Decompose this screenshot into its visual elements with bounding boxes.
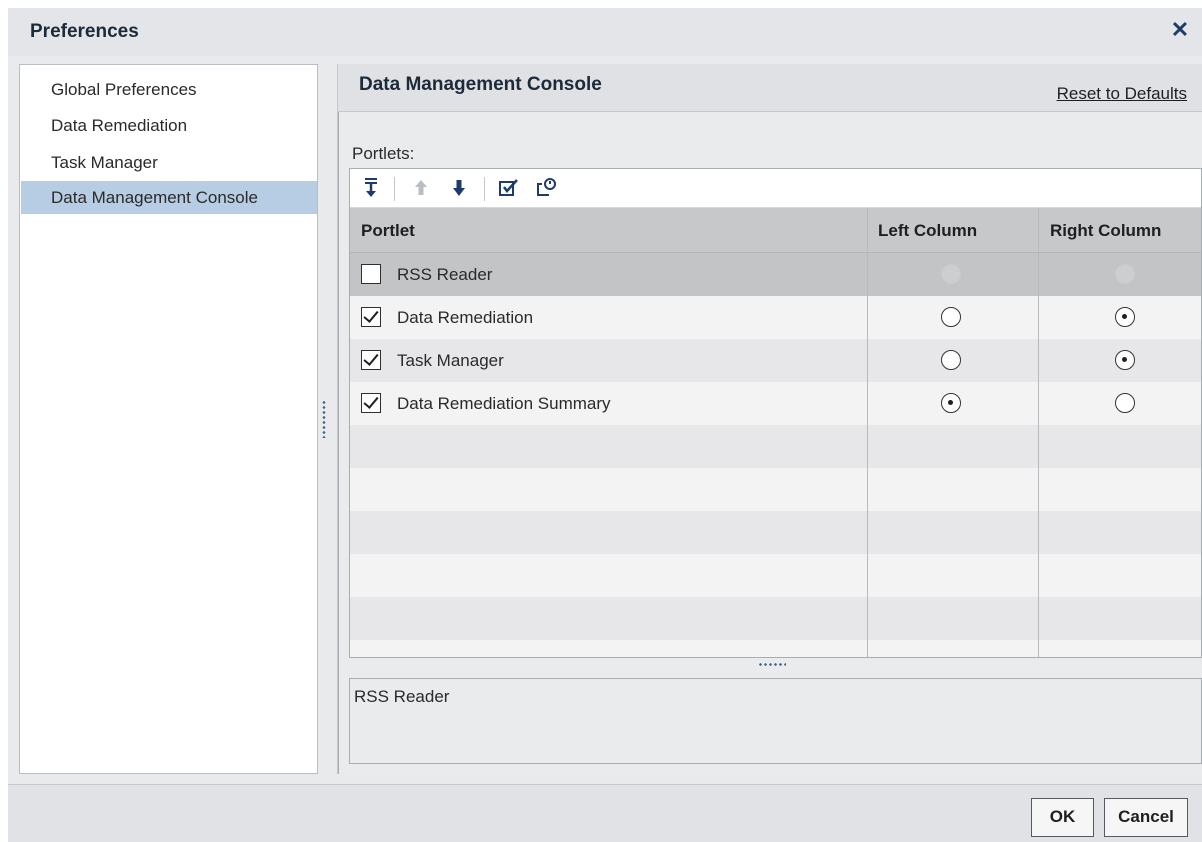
- nav-item-data-remediation[interactable]: Data Remediation: [21, 109, 317, 142]
- cancel-button[interactable]: Cancel: [1104, 798, 1188, 837]
- horizontal-splitter-grip[interactable]: [758, 663, 786, 666]
- close-icon[interactable]: ✕: [1168, 18, 1192, 42]
- nav-item-task-manager[interactable]: Task Manager: [21, 146, 317, 179]
- vertical-splitter-grip[interactable]: [322, 400, 326, 438]
- column-header-left-column[interactable]: Left Column: [878, 208, 977, 252]
- column-header-portlet[interactable]: Portlet: [361, 208, 415, 252]
- portlet-name: Task Manager: [397, 351, 504, 370]
- portlets-table: Portlet Left Column Right Column RSS Rea…: [349, 168, 1202, 658]
- portlet-description-text: RSS Reader: [354, 687, 450, 706]
- column-divider: [1038, 208, 1039, 657]
- left-column-radio[interactable]: [941, 350, 961, 370]
- nav-item-global-preferences[interactable]: Global Preferences: [21, 73, 317, 106]
- reset-to-defaults-link[interactable]: Reset to Defaults: [1057, 84, 1187, 104]
- panel-title: Data Management Console: [359, 74, 602, 95]
- portlet-checkbox[interactable]: [361, 307, 381, 327]
- move-to-bottom-icon[interactable]: [358, 175, 384, 201]
- portlets-group: Portlets: Portlet Left Column Right Colu…: [338, 112, 1202, 774]
- move-up-icon[interactable]: [408, 175, 434, 201]
- portlet-description-box: RSS Reader: [349, 678, 1202, 764]
- empty-row: [350, 511, 1201, 554]
- right-column-radio: [1115, 264, 1135, 284]
- empty-row: [350, 554, 1201, 597]
- portlet-name: Data Remediation Summary: [397, 394, 611, 413]
- table-row[interactable]: Data Remediation Summary: [350, 382, 1201, 425]
- left-column-radio: [941, 264, 961, 284]
- check-all-icon[interactable]: [496, 175, 522, 201]
- portlet-checkbox[interactable]: [361, 264, 381, 284]
- column-divider: [867, 208, 868, 657]
- dialog-footer: OK Cancel: [8, 784, 1202, 842]
- toolbar-separator: [484, 177, 485, 201]
- ok-button[interactable]: OK: [1031, 798, 1094, 837]
- portlet-checkbox[interactable]: [361, 393, 381, 413]
- preferences-nav: Global Preferences Data Remediation Task…: [19, 64, 318, 774]
- right-column-radio[interactable]: [1115, 350, 1135, 370]
- empty-row: [350, 425, 1201, 468]
- move-down-icon[interactable]: [446, 175, 472, 201]
- toolbar-separator: [394, 177, 395, 201]
- portlets-label: Portlets:: [352, 144, 415, 163]
- right-column-radio[interactable]: [1115, 393, 1135, 413]
- restore-icon[interactable]: [534, 175, 560, 201]
- table-header: Portlet Left Column Right Column: [350, 208, 1201, 253]
- empty-row: [350, 640, 1201, 657]
- column-header-right-column[interactable]: Right Column: [1050, 208, 1161, 252]
- portlet-name: Data Remediation: [397, 308, 534, 327]
- preferences-dialog: Preferences ✕ Global Preferences Data Re…: [8, 8, 1202, 842]
- panel-header: Data Management Console Reset to Default…: [338, 64, 1202, 112]
- dialog-titlebar: Preferences ✕: [8, 8, 1202, 56]
- table-row[interactable]: RSS Reader: [350, 253, 1201, 296]
- nav-item-data-management-console[interactable]: Data Management Console: [21, 181, 317, 214]
- empty-row: [350, 468, 1201, 511]
- portlet-checkbox[interactable]: [361, 350, 381, 370]
- left-column-radio[interactable]: [941, 393, 961, 413]
- settings-panel: Data Management Console Reset to Default…: [337, 64, 1202, 774]
- left-column-radio[interactable]: [941, 307, 961, 327]
- dialog-title: Preferences: [30, 21, 139, 42]
- right-column-radio[interactable]: [1115, 307, 1135, 327]
- portlet-name: RSS Reader: [397, 265, 493, 284]
- empty-row: [350, 597, 1201, 640]
- table-row[interactable]: Data Remediation: [350, 296, 1201, 339]
- portlets-toolbar: [350, 169, 1201, 208]
- table-row[interactable]: Task Manager: [350, 339, 1201, 382]
